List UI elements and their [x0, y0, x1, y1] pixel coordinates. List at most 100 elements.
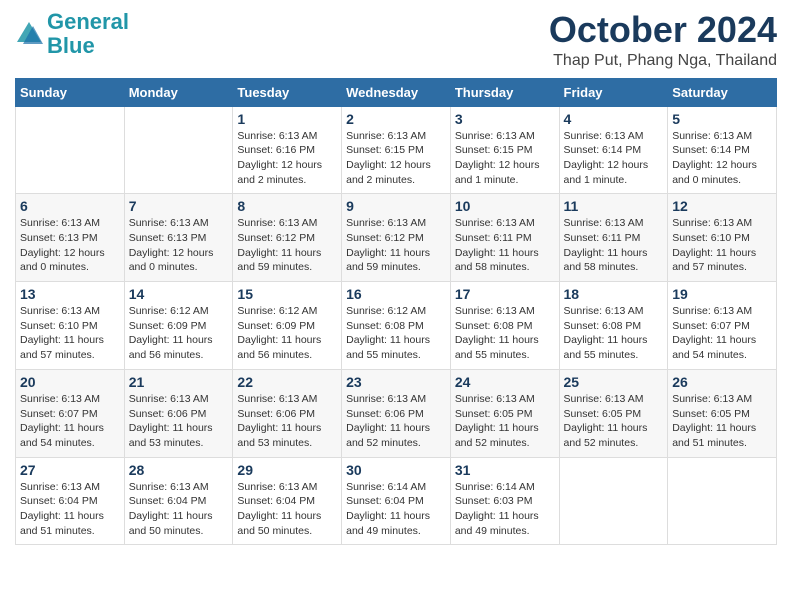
day-cell: 18Sunrise: 6:13 AM Sunset: 6:08 PM Dayli… [559, 282, 668, 370]
day-content: Sunrise: 6:13 AM Sunset: 6:05 PM Dayligh… [672, 392, 772, 451]
day-cell: 4Sunrise: 6:13 AM Sunset: 6:14 PM Daylig… [559, 106, 668, 194]
day-cell: 30 Sunrise: 6:14 AM Sunset: 6:04 PM Dayli… [342, 457, 451, 545]
day-cell: 14 Sunrise: 6:12 AM Sunset: 6:09 PM Dayli… [124, 282, 233, 370]
day-content: Sunrise: 6:12 AM Sunset: 6:08 PM Dayligh… [346, 304, 446, 363]
day-content: Sunrise: 6:14 AM Sunset: 6:03 PM Dayligh… [455, 480, 555, 539]
day-cell: 26 Sunrise: 6:13 AM Sunset: 6:05 PM Dayli… [668, 369, 777, 457]
day-content: Sunrise: 6:13 AM Sunset: 6:11 PM Dayligh… [455, 216, 555, 275]
month-title: October 2024 [549, 10, 777, 50]
day-cell: 9 Sunrise: 6:13 AM Sunset: 6:12 PM Daylig… [342, 194, 451, 282]
day-number: 30 [346, 462, 446, 478]
day-number: 3 [455, 111, 555, 127]
day-content: Sunrise: 6:13 AM Sunset: 6:06 PM Dayligh… [237, 392, 337, 451]
day-cell: 20 Sunrise: 6:13 AM Sunset: 6:07 PM Dayli… [16, 369, 125, 457]
day-number: 14 [129, 286, 229, 302]
day-content: Sunrise: 6:13 AM Sunset: 6:04 PM Dayligh… [20, 480, 120, 539]
day-number: 13 [20, 286, 120, 302]
day-number: 25 [564, 374, 664, 390]
day-cell: 1 Sunrise: 6:13 AM Sunset: 6:16 PM Daylig… [233, 106, 342, 194]
day-number: 29 [237, 462, 337, 478]
day-number: 17 [455, 286, 555, 302]
day-number: 2 [346, 111, 446, 127]
day-cell: 8 Sunrise: 6:13 AM Sunset: 6:12 PM Daylig… [233, 194, 342, 282]
col-header-monday: Monday [124, 78, 233, 106]
day-content: Sunrise: 6:13 AM Sunset: 6:10 PM Dayligh… [20, 304, 120, 363]
calendar-container: General Blue October 2024 Thap Put, Phan… [0, 0, 792, 560]
day-number: 23 [346, 374, 446, 390]
day-cell: 11 Sunrise: 6:13 AM Sunset: 6:11 PM Dayli… [559, 194, 668, 282]
day-content: Sunrise: 6:13 AM Sunset: 6:12 PM Dayligh… [346, 216, 446, 275]
day-content: Sunrise: 6:13 AM Sunset: 6:10 PM Dayligh… [672, 216, 772, 275]
day-content: Sunrise: 6:13 AM Sunset: 6:13 PM Dayligh… [129, 216, 229, 275]
day-content: Sunrise: 6:12 AM Sunset: 6:09 PM Dayligh… [129, 304, 229, 363]
day-content: Sunrise: 6:13 AM Sunset: 6:08 PM Dayligh… [455, 304, 555, 363]
day-cell: 5Sunrise: 6:13 AM Sunset: 6:14 PM Daylig… [668, 106, 777, 194]
day-cell: 7 Sunrise: 6:13 AM Sunset: 6:13 PM Daylig… [124, 194, 233, 282]
col-header-thursday: Thursday [450, 78, 559, 106]
day-content: Sunrise: 6:13 AM Sunset: 6:07 PM Dayligh… [20, 392, 120, 451]
day-content: Sunrise: 6:13 AM Sunset: 6:11 PM Dayligh… [564, 216, 664, 275]
col-header-tuesday: Tuesday [233, 78, 342, 106]
col-header-friday: Friday [559, 78, 668, 106]
day-content: Sunrise: 6:13 AM Sunset: 6:06 PM Dayligh… [129, 392, 229, 451]
day-content: Sunrise: 6:13 AM Sunset: 6:04 PM Dayligh… [237, 480, 337, 539]
logo-blue: Blue [47, 33, 95, 58]
week-row-3: 13 Sunrise: 6:13 AM Sunset: 6:10 PM Dayli… [16, 282, 777, 370]
day-content: Sunrise: 6:14 AM Sunset: 6:04 PM Dayligh… [346, 480, 446, 539]
day-cell: 25 Sunrise: 6:13 AM Sunset: 6:05 PM Dayli… [559, 369, 668, 457]
day-number: 28 [129, 462, 229, 478]
day-number: 20 [20, 374, 120, 390]
day-number: 11 [564, 198, 664, 214]
day-number: 10 [455, 198, 555, 214]
day-content: Sunrise: 6:13 AM Sunset: 6:04 PM Dayligh… [129, 480, 229, 539]
day-content: Sunrise: 6:13 AM Sunset: 6:06 PM Dayligh… [346, 392, 446, 451]
day-cell: 10 Sunrise: 6:13 AM Sunset: 6:11 PM Dayli… [450, 194, 559, 282]
week-row-4: 20 Sunrise: 6:13 AM Sunset: 6:07 PM Dayli… [16, 369, 777, 457]
day-cell: 12Sunrise: 6:13 AM Sunset: 6:10 PM Dayli… [668, 194, 777, 282]
day-cell: 31 Sunrise: 6:14 AM Sunset: 6:03 PM Dayli… [450, 457, 559, 545]
day-cell: 28 Sunrise: 6:13 AM Sunset: 6:04 PM Dayli… [124, 457, 233, 545]
day-number: 27 [20, 462, 120, 478]
logo-general: General [47, 9, 129, 34]
col-header-sunday: Sunday [16, 78, 125, 106]
day-number: 1 [237, 111, 337, 127]
day-cell: 27 Sunrise: 6:13 AM Sunset: 6:04 PM Dayli… [16, 457, 125, 545]
day-cell: 23 Sunrise: 6:13 AM Sunset: 6:06 PM Dayli… [342, 369, 451, 457]
day-number: 5 [672, 111, 772, 127]
day-content: Sunrise: 6:13 AM Sunset: 6:07 PM Dayligh… [672, 304, 772, 363]
day-content: Sunrise: 6:13 AM Sunset: 6:15 PM Dayligh… [346, 129, 446, 188]
day-cell: 19Sunrise: 6:13 AM Sunset: 6:07 PM Dayli… [668, 282, 777, 370]
day-number: 24 [455, 374, 555, 390]
logo-icon [15, 20, 43, 48]
day-cell: 13 Sunrise: 6:13 AM Sunset: 6:10 PM Dayli… [16, 282, 125, 370]
day-cell: 3Sunrise: 6:13 AM Sunset: 6:15 PM Daylig… [450, 106, 559, 194]
logo: General Blue [15, 10, 129, 58]
day-number: 31 [455, 462, 555, 478]
day-number: 6 [20, 198, 120, 214]
day-number: 9 [346, 198, 446, 214]
week-row-5: 27 Sunrise: 6:13 AM Sunset: 6:04 PM Dayli… [16, 457, 777, 545]
week-row-2: 6 Sunrise: 6:13 AM Sunset: 6:13 PM Daylig… [16, 194, 777, 282]
day-content: Sunrise: 6:13 AM Sunset: 6:05 PM Dayligh… [564, 392, 664, 451]
day-number: 8 [237, 198, 337, 214]
day-cell: 16Sunrise: 6:12 AM Sunset: 6:08 PM Dayli… [342, 282, 451, 370]
header-row: SundayMondayTuesdayWednesdayThursdayFrid… [16, 78, 777, 106]
day-cell: 2 Sunrise: 6:13 AM Sunset: 6:15 PM Daylig… [342, 106, 451, 194]
location: Thap Put, Phang Nga, Thailand [549, 52, 777, 70]
day-cell [668, 457, 777, 545]
day-content: Sunrise: 6:13 AM Sunset: 6:16 PM Dayligh… [237, 129, 337, 188]
day-number: 15 [237, 286, 337, 302]
day-content: Sunrise: 6:13 AM Sunset: 6:13 PM Dayligh… [20, 216, 120, 275]
col-header-saturday: Saturday [668, 78, 777, 106]
day-number: 7 [129, 198, 229, 214]
day-cell: 17 Sunrise: 6:13 AM Sunset: 6:08 PM Dayli… [450, 282, 559, 370]
day-number: 26 [672, 374, 772, 390]
week-row-1: 1 Sunrise: 6:13 AM Sunset: 6:16 PM Daylig… [16, 106, 777, 194]
day-cell [559, 457, 668, 545]
calendar-table: SundayMondayTuesdayWednesdayThursdayFrid… [15, 78, 777, 546]
title-block: October 2024 Thap Put, Phang Nga, Thaila… [549, 10, 777, 70]
header: General Blue October 2024 Thap Put, Phan… [15, 10, 777, 70]
day-content: Sunrise: 6:13 AM Sunset: 6:08 PM Dayligh… [564, 304, 664, 363]
day-content: Sunrise: 6:12 AM Sunset: 6:09 PM Dayligh… [237, 304, 337, 363]
day-content: Sunrise: 6:13 AM Sunset: 6:12 PM Dayligh… [237, 216, 337, 275]
